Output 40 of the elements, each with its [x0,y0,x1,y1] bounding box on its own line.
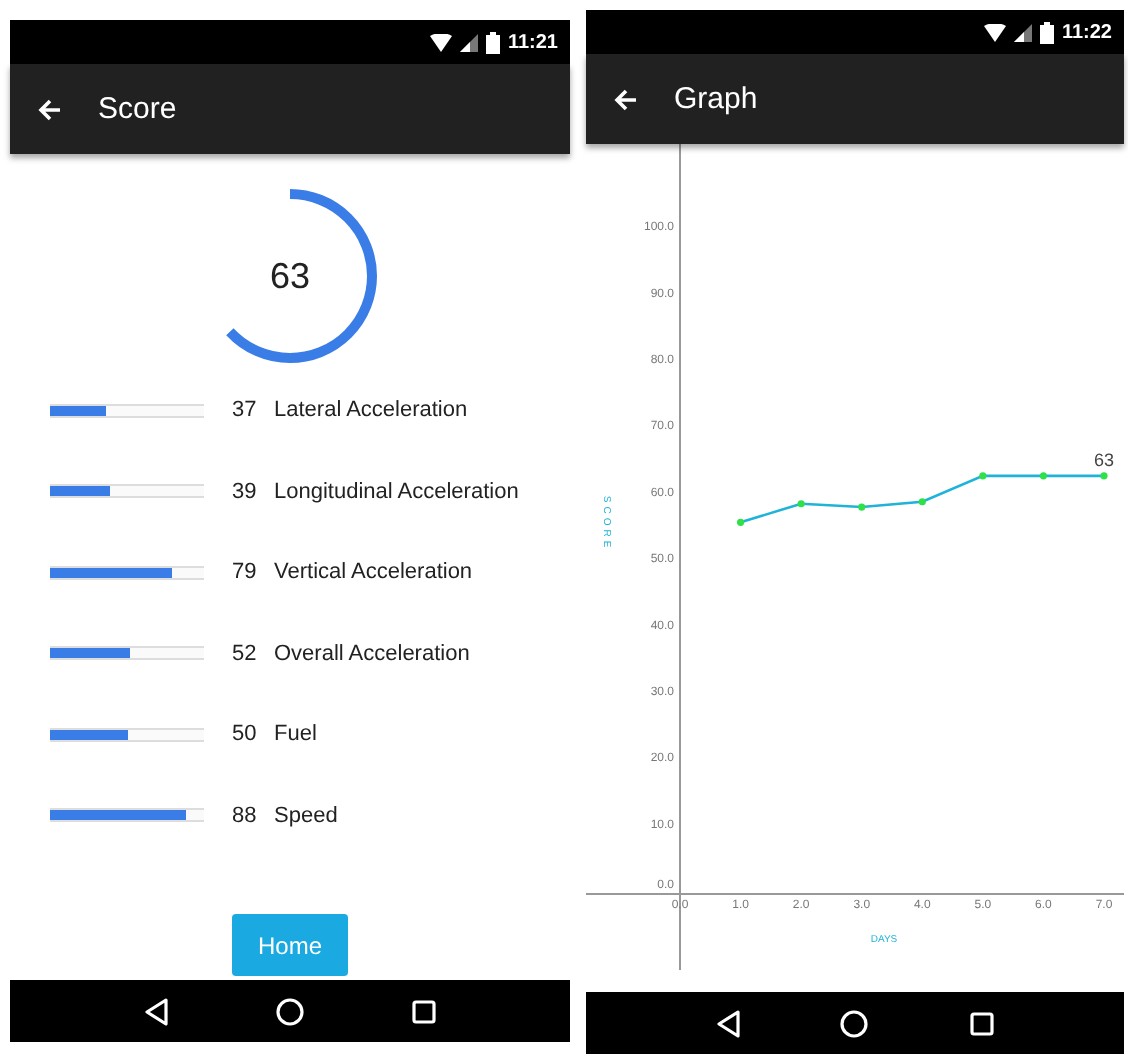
metric-value: 52 [232,641,259,665]
data-point [858,503,866,511]
metric-value: 37 [232,398,259,422]
signal-icon [459,33,478,51]
back-icon[interactable] [144,997,168,1025]
metric-value: 39 [232,479,259,503]
battery-icon [1039,21,1054,43]
score-value: 63 [269,255,311,297]
metric-label: Speed [274,803,338,827]
home-icon[interactable] [276,997,304,1025]
signal-icon [1013,23,1032,41]
battery-icon [485,31,500,53]
metric-label: Vertical Acceleration [274,560,473,584]
home-button[interactable]: Home [232,914,348,976]
status-time: 11:21 [507,31,558,53]
status-time: 11:22 [1061,21,1112,43]
metric-label: Lateral Acceleration [274,398,468,422]
data-point [918,498,926,506]
data-point [1039,472,1048,480]
back-arrow-icon[interactable] [38,97,62,121]
data-point [979,472,987,480]
metric-label: Overall Acceleration [274,641,470,665]
wifi-icon [429,33,452,51]
wifi-icon [983,23,1006,41]
metric-label: Fuel [274,722,317,746]
metric-label: Longitudinal Acceleration [274,479,519,503]
data-point [797,500,805,508]
data-point [736,518,745,526]
screen-title: Graph [674,82,758,116]
home-icon[interactable] [840,1009,869,1037]
screen-title: Score [98,92,177,126]
metric-value: 50 [232,722,259,746]
data-point [1100,472,1108,480]
metric-value: 88 [232,803,259,827]
back-arrow-icon[interactable] [614,87,638,111]
recents-icon[interactable] [969,1011,994,1035]
recents-icon[interactable] [412,999,436,1023]
metric-value: 79 [232,560,259,584]
back-icon[interactable] [716,1009,741,1037]
data-value-label: 63 [1094,449,1115,470]
